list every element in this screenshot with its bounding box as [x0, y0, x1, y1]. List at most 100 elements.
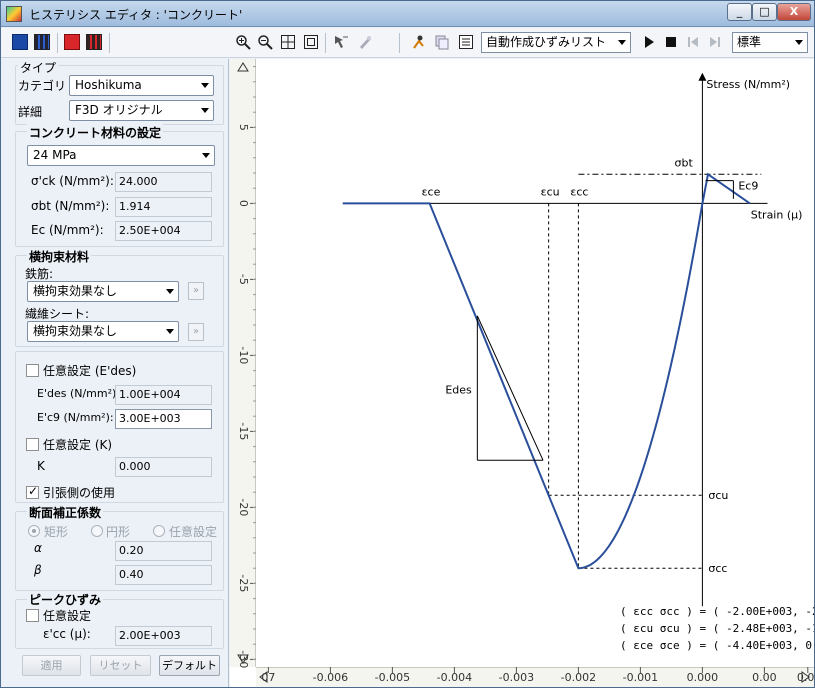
x-tick-label: -0.003	[499, 671, 534, 684]
legend-line: ( εcc σcc ) = ( -2.00E+003, -24.000 )	[620, 605, 814, 618]
chevron-down-icon	[202, 153, 210, 158]
hysteresis-editor-window: ヒステリシス エディタ : 'コンクリート' _ □ X 自動作成ひずみリスト	[0, 0, 815, 688]
peak-strain-group-title: ピークひずみ	[27, 591, 104, 608]
k-label: K	[37, 459, 45, 473]
material-group-title: コンクリート材料の設定	[27, 124, 164, 141]
concrete-grade-select[interactable]: 24 MPa	[27, 145, 215, 166]
ec9-label: Ec9	[738, 180, 758, 193]
k-checkbox-label: 任意設定 (K)	[43, 438, 113, 452]
step-back-icon[interactable]	[685, 34, 701, 50]
toolbar-separator	[57, 33, 58, 53]
stress-strain-curve	[342, 172, 751, 570]
y-tick-label: 0	[237, 200, 250, 207]
radio-custom[interactable]	[153, 525, 165, 537]
rebar-select[interactable]: 横拘束効果なし	[27, 281, 179, 302]
x-tick-label: 07	[261, 671, 275, 684]
zoom-out-icon[interactable]	[257, 34, 273, 50]
close-button[interactable]: X	[777, 3, 811, 21]
tension-checkbox[interactable]	[26, 484, 39, 499]
chevron-down-icon	[201, 108, 209, 113]
strain-list-value: 自動作成ひずみリスト	[486, 35, 607, 49]
fiber-select[interactable]: 横拘束効果なし	[27, 321, 179, 342]
k-checkbox[interactable]	[26, 438, 39, 451]
ecu-label: εcu	[541, 185, 560, 198]
x-tick-label: -0.004	[437, 671, 472, 684]
red-line-icon[interactable]	[64, 34, 80, 50]
ec9-input[interactable]: 3.00E+003	[115, 409, 212, 429]
default-button[interactable]: デフォルト	[159, 655, 220, 676]
blue-grid-icon[interactable]	[34, 34, 50, 50]
ecc-label: εcc	[570, 185, 588, 198]
rebar-label: 鉄筋:	[25, 267, 54, 281]
detail-value: F3D オリジナル	[75, 103, 163, 117]
copy-icon[interactable]	[434, 34, 450, 50]
rebar-more-button[interactable]: »	[188, 282, 204, 300]
fiber-label: 繊維シート:	[25, 307, 90, 321]
x-tick-label: -0.002	[561, 671, 596, 684]
rebar-value: 横拘束効果なし	[33, 284, 118, 298]
list-icon[interactable]	[458, 34, 474, 50]
stress-axis-arrow-icon	[698, 72, 707, 81]
hysteresis-chart[interactable]: 5 0 -5 -10 -15 -20 -25 -30 07 -0.006 -0.005 -0.004 -…	[230, 59, 814, 687]
title-bar[interactable]: ヒステリシス エディタ : 'コンクリート' _ □ X	[1, 1, 814, 27]
sbt-label: σbt (N/mm²):	[31, 199, 110, 213]
detail-label: 詳細	[18, 105, 43, 119]
edit-point-icon[interactable]	[357, 34, 373, 50]
detail-select[interactable]: F3D オリジナル	[69, 100, 214, 121]
radio-custom-label: 任意設定	[169, 525, 218, 539]
y-tick-label: -25	[237, 574, 250, 592]
step-forward-icon[interactable]	[707, 34, 723, 50]
reset-button[interactable]: リセット	[90, 655, 151, 676]
y-tick-label: -30	[237, 650, 250, 668]
chevron-down-icon	[166, 289, 174, 294]
view-mode-value: 標準	[737, 35, 762, 49]
fiber-more-button[interactable]: »	[188, 323, 204, 341]
blue-line-icon[interactable]	[12, 34, 28, 50]
toolbar: 自動作成ひずみリスト 標準	[1, 28, 814, 58]
radio-rectangular[interactable]	[28, 525, 40, 537]
view-mode-select[interactable]: 標準	[732, 32, 808, 53]
toolbar-separator	[399, 33, 400, 53]
x-tick-label: 0.000	[687, 671, 719, 684]
toolbar-separator	[325, 33, 326, 53]
x-tick-label: -0.001	[623, 671, 658, 684]
type-group-title: タイプ	[18, 59, 59, 76]
zoom-window-icon[interactable]	[303, 34, 319, 50]
x-tick-label: 0.0(	[797, 671, 814, 684]
edes-field: 1.00E+004	[115, 385, 212, 405]
category-value: Hoshikuma	[75, 78, 142, 92]
edes-triangle-hypotenuse	[476, 315, 544, 461]
y-tick-label: -5	[237, 274, 250, 285]
ec9-label: E'c9 (N/mm²):	[37, 411, 114, 424]
chart-panel: 5 0 -5 -10 -15 -20 -25 -30 07 -0.006 -0.005 -0.004 -…	[230, 59, 814, 687]
sbt-field: 1.914	[115, 197, 212, 217]
edes-checkbox[interactable]	[26, 364, 39, 377]
zoom-in-icon[interactable]	[235, 34, 251, 50]
ece-label: εce	[422, 185, 441, 198]
category-select[interactable]: Hoshikuma	[69, 75, 214, 96]
edes-label: Edes	[445, 383, 472, 396]
maximize-button[interactable]: □	[752, 3, 777, 21]
ecc-label: ε'cc (μ):	[43, 627, 91, 641]
peak-custom-checkbox[interactable]	[26, 609, 39, 622]
x-tick-label: -0.005	[375, 671, 410, 684]
minimize-button[interactable]: _	[727, 3, 752, 21]
chevron-down-icon	[166, 329, 174, 334]
radio-rectangular-label: 矩形	[44, 525, 69, 539]
y-tick-label: 5	[237, 124, 250, 131]
beta-label: β	[34, 563, 42, 577]
apply-button[interactable]: 適用	[22, 655, 81, 676]
confinement-group-title: 横拘束材料	[27, 248, 92, 265]
radio-circular[interactable]	[91, 525, 103, 537]
play-icon[interactable]	[641, 34, 657, 50]
strain-list-select[interactable]: 自動作成ひずみリスト	[481, 32, 631, 53]
red-grid-icon[interactable]	[86, 34, 102, 50]
edes-checkbox-label: 任意設定 (E'des)	[43, 364, 137, 378]
run-wizard-icon[interactable]	[411, 34, 427, 50]
legend-line: ( εce σce ) = ( -4.40E+003, 0.000 )	[620, 639, 814, 652]
app-icon	[6, 6, 22, 22]
pointer-tool-icon[interactable]	[333, 34, 349, 50]
fit-view-icon[interactable]	[280, 34, 296, 50]
chevron-down-icon	[201, 83, 209, 88]
stop-icon[interactable]	[663, 34, 679, 50]
